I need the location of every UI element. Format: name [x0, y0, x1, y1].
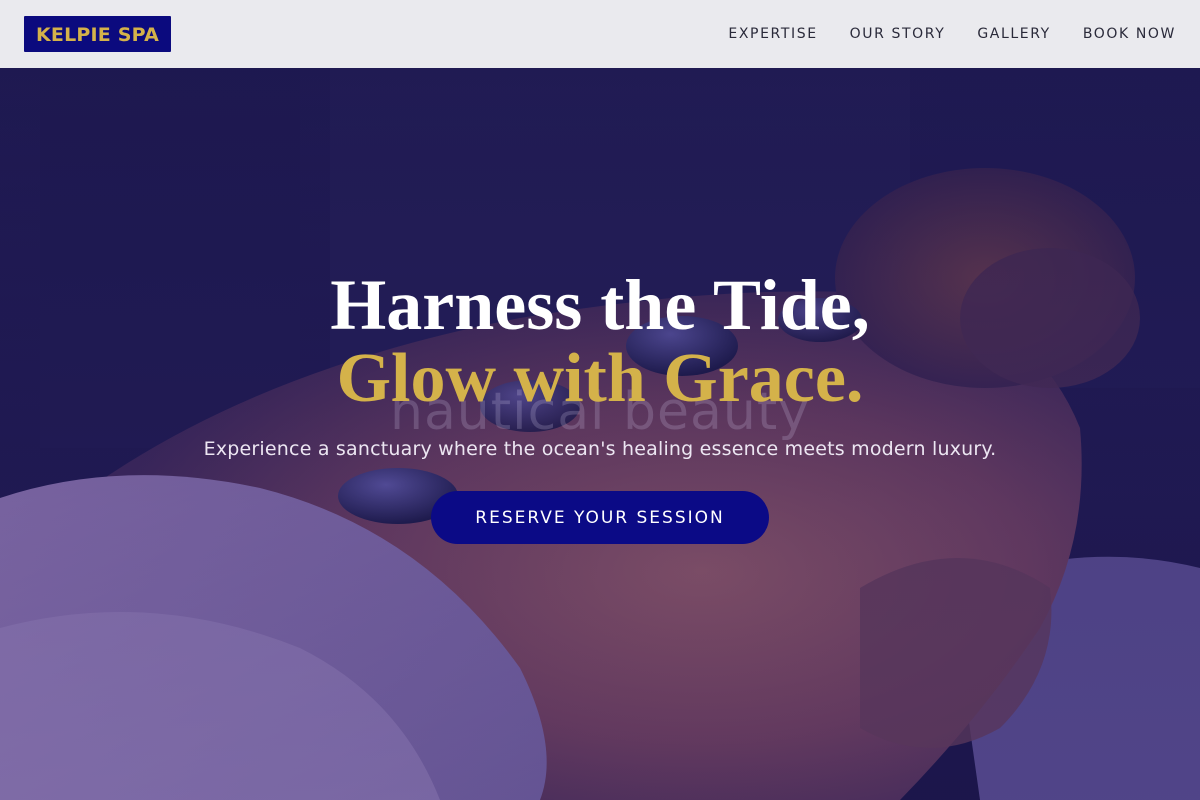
main-nav: EXPERTISE OUR STORY GALLERY BOOK NOW: [728, 26, 1176, 42]
hero-section: nautical beauty Harness the Tide, Glow w…: [0, 68, 1200, 800]
hero-subtitle: Experience a sanctuary where the ocean's…: [203, 438, 997, 460]
nav-link-our-story[interactable]: OUR STORY: [850, 26, 946, 42]
hero-headline-line-2: Glow with Grace.: [336, 340, 864, 417]
hero-content: nautical beauty Harness the Tide, Glow w…: [0, 68, 1200, 800]
nav-link-gallery[interactable]: GALLERY: [977, 26, 1050, 42]
site-header: KELPIE SPA EXPERTISE OUR STORY GALLERY B…: [0, 0, 1200, 68]
hero-headline-line-1: Harness the Tide,: [330, 265, 870, 345]
brand-logo[interactable]: KELPIE SPA: [24, 16, 171, 52]
nav-link-book-now[interactable]: BOOK NOW: [1083, 26, 1176, 42]
reserve-session-button[interactable]: RESERVE YOUR SESSION: [431, 491, 769, 544]
nav-link-expertise[interactable]: EXPERTISE: [728, 26, 817, 42]
